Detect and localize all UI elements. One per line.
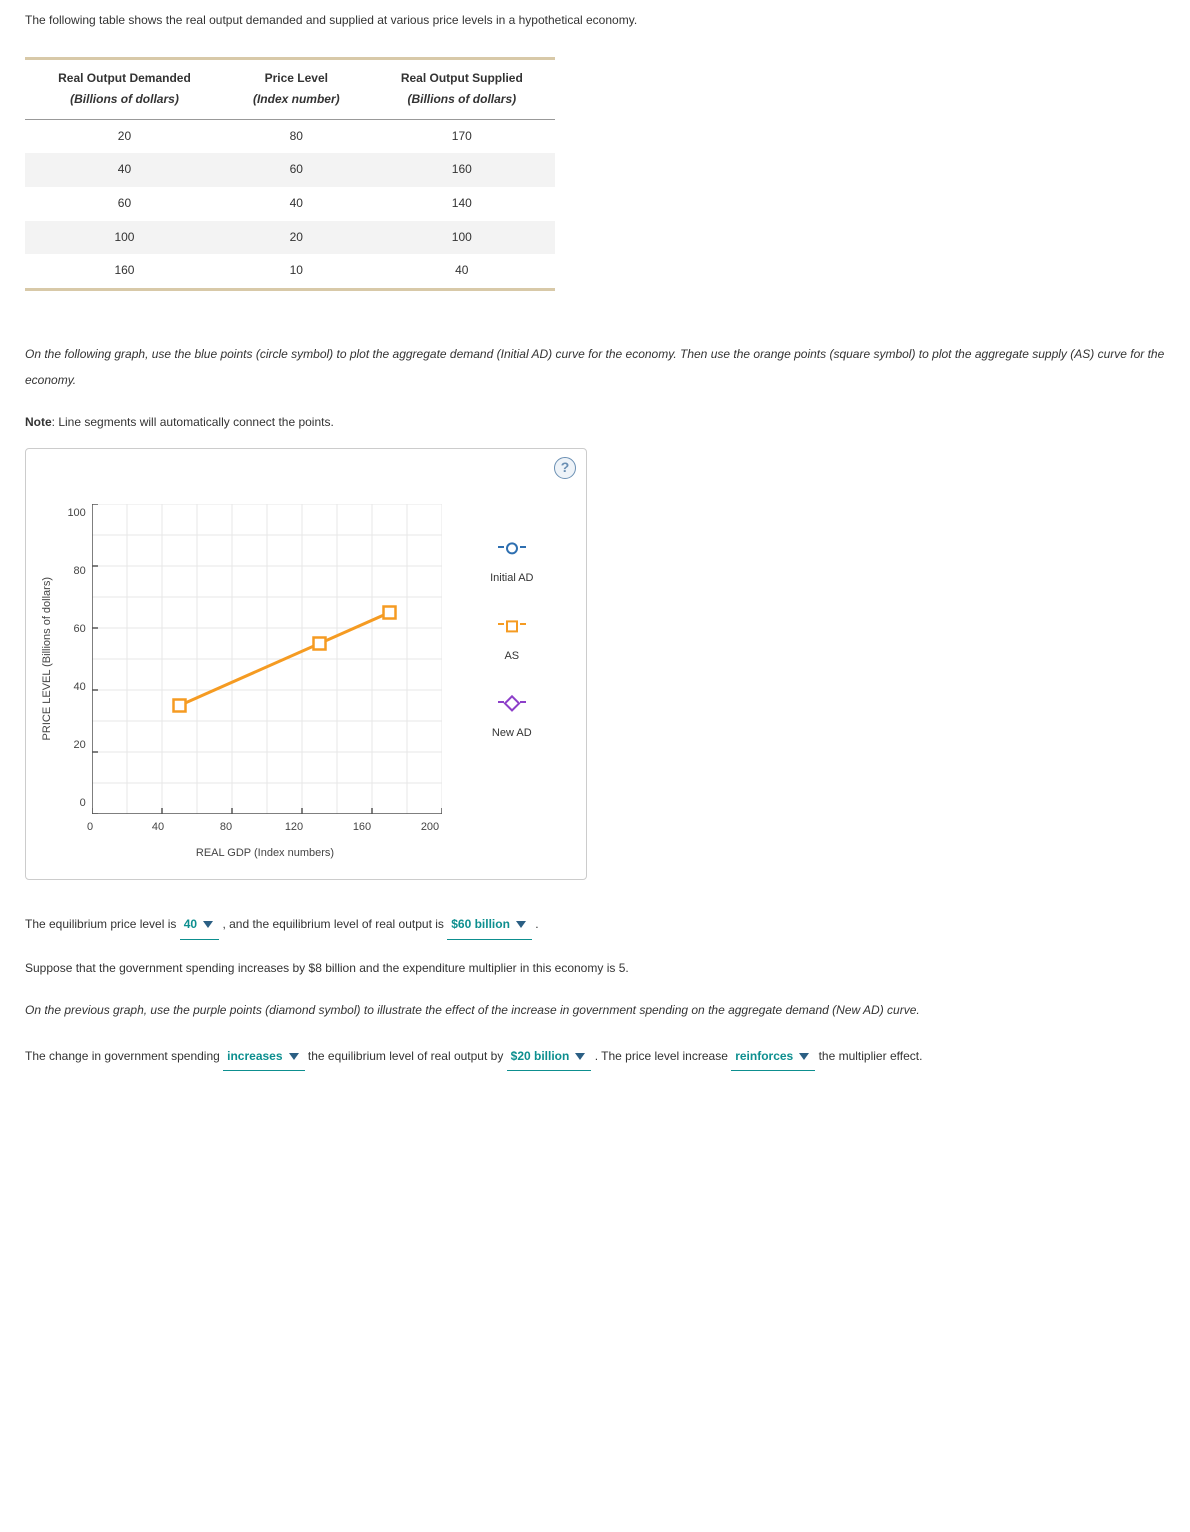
y-tick: 80 [64,562,86,582]
help-icon[interactable]: ? [554,457,576,479]
question-2: The change in government spending increa… [25,1042,1165,1072]
header-line1: Price Level [265,71,328,85]
y-tick: 60 [64,620,86,640]
cell: 160 [25,254,224,289]
q1-text: . [535,917,538,931]
y-axis-label: PRICE LEVEL (Billions of dollars) [38,577,58,740]
x-tick: 0 [80,818,100,838]
dropdown-output-change[interactable]: $20 billion [507,1042,592,1072]
instruction-1: On the following graph, use the blue poi… [25,341,1165,394]
table-row: 160 10 40 [25,254,555,289]
table-row: 60 40 140 [25,187,555,221]
cell: 60 [224,153,369,187]
legend-palette: Initial AD AS New AD [442,449,572,879]
x-tick: 80 [216,818,236,838]
col-header: Price Level (Index number) [224,58,369,119]
gov-spending-para: Suppose that the government spending inc… [25,958,1165,980]
cell: 60 [25,187,224,221]
y-tick: 100 [64,504,86,524]
circle-icon [506,543,518,555]
q2-text: the multiplier effect. [819,1049,923,1063]
cell: 20 [25,119,224,153]
cell: 40 [25,153,224,187]
chevron-down-icon [516,921,526,928]
header-line2: (Billions of dollars) [387,89,537,117]
x-tick: 200 [420,818,440,838]
q1-text: The equilibrium price level is [25,917,180,931]
dropdown-value: $20 billion [511,1049,570,1063]
header-line2: (Billions of dollars) [43,89,206,117]
chevron-down-icon [575,1053,585,1060]
q2-text: The change in government spending [25,1049,223,1063]
dropdown-reinforces[interactable]: reinforces [731,1042,815,1072]
legend-item-new-ad[interactable]: New AD [462,694,562,744]
note-text: : Line segments will automatically conne… [52,415,334,429]
plot-area[interactable]: PRICE LEVEL (Billions of dollars) 100 80… [26,449,442,879]
table-row: 40 60 160 [25,153,555,187]
chevron-down-icon [203,921,213,928]
dropdown-value: increases [227,1049,282,1063]
y-tick: 40 [64,678,86,698]
dropdown-value: $60 billion [451,917,510,931]
plot-canvas[interactable] [92,504,442,814]
dropdown-value: reinforces [735,1049,793,1063]
legend-label: Initial AD [462,569,562,589]
x-tick: 120 [284,818,304,838]
diamond-icon [503,695,520,712]
legend-label: AS [462,647,562,667]
cell: 140 [369,187,555,221]
col-header: Real Output Demanded (Billions of dollar… [25,58,224,119]
col-header: Real Output Supplied (Billions of dollar… [369,58,555,119]
square-icon [506,620,518,632]
cell: 80 [224,119,369,153]
chevron-down-icon [799,1053,809,1060]
cell: 170 [369,119,555,153]
cell: 10 [224,254,369,289]
y-ticks: 100 80 60 40 20 0 [64,504,86,814]
legend-item-initial-ad[interactable]: Initial AD [462,539,562,589]
cell: 40 [224,187,369,221]
y-tick: 0 [64,794,86,814]
header-line1: Real Output Supplied [401,71,523,85]
cell: 100 [25,221,224,255]
table-row: 20 80 170 [25,119,555,153]
x-ticks: 0 40 80 120 160 200 [90,818,440,838]
q2-text: . The price level increase [595,1049,732,1063]
cell: 40 [369,254,555,289]
x-tick: 160 [352,818,372,838]
q2-text: the equilibrium level of real output by [308,1049,507,1063]
y-tick: 20 [64,736,86,756]
question-1: The equilibrium price level is 40 , and … [25,910,1165,940]
dropdown-direction[interactable]: increases [223,1042,304,1072]
x-tick: 40 [148,818,168,838]
intro-text: The following table shows the real outpu… [25,10,1165,32]
table-row: 100 20 100 [25,221,555,255]
note-label: Note [25,415,52,429]
data-table: Real Output Demanded (Billions of dollar… [25,57,555,291]
instruction-2: On the previous graph, use the purple po… [25,997,1165,1023]
chevron-down-icon [289,1053,299,1060]
dropdown-equilibrium-output[interactable]: $60 billion [447,910,532,940]
dropdown-value: 40 [184,917,197,931]
dropdown-equilibrium-price[interactable]: 40 [180,910,219,940]
interactive-graph[interactable]: ? PRICE LEVEL (Billions of dollars) 100 … [25,448,587,880]
header-line1: Real Output Demanded [58,71,191,85]
cell: 20 [224,221,369,255]
legend-label: New AD [462,724,562,744]
note-line: Note: Line segments will automatically c… [25,412,1165,434]
cell: 160 [369,153,555,187]
cell: 100 [369,221,555,255]
x-axis-label: REAL GDP (Index numbers) [90,844,440,864]
header-line2: (Index number) [242,89,351,117]
legend-item-as[interactable]: AS [462,617,562,667]
q1-text: , and the equilibrium level of real outp… [222,917,447,931]
